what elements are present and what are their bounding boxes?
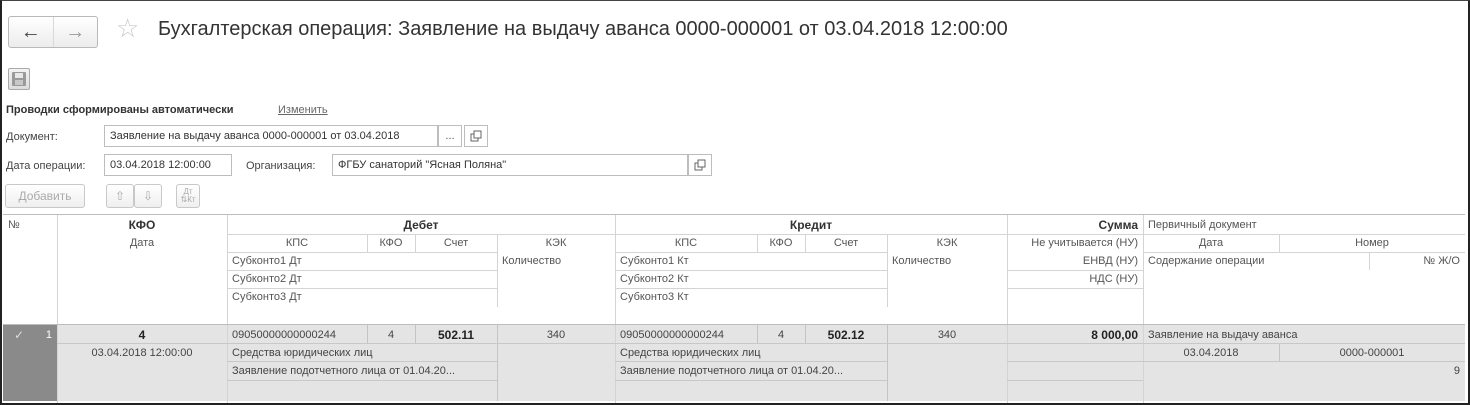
row-date[interactable]: 03.04.2018 12:00:00 bbox=[57, 344, 227, 362]
page-title: Бухгалтерская операция: Заявление на выд… bbox=[158, 18, 1008, 40]
document-field[interactable]: Заявление на выдачу аванса 0000-000001 о… bbox=[104, 125, 438, 147]
col-header-not-counted[interactable]: Не учитывается (НУ) bbox=[1007, 234, 1143, 252]
col-header-dt-quantity[interactable]: Количество bbox=[497, 252, 615, 270]
forward-arrow-icon: → bbox=[65, 20, 86, 43]
document-label: Документ: bbox=[6, 131, 58, 143]
col-header-kfo[interactable]: КФО bbox=[57, 216, 227, 234]
row-dt-kek[interactable]: 340 bbox=[497, 326, 615, 344]
col-header-primary-doc[interactable]: Первичный документ bbox=[1143, 216, 1465, 234]
col-header-dt-kps[interactable]: КПС bbox=[227, 234, 367, 252]
favorite-star-icon[interactable]: ☆ bbox=[116, 15, 139, 41]
col-header-num[interactable]: № bbox=[3, 216, 57, 234]
row-dt-account[interactable]: 502.11 bbox=[415, 326, 497, 344]
col-header-subkonto3-dt[interactable]: Субконто3 Дт bbox=[227, 288, 497, 306]
arrow-up-icon: ⇧ bbox=[114, 189, 126, 203]
auto-entries-status: Проводки сформированы автоматически bbox=[6, 104, 234, 116]
organization-field[interactable]: ФГБУ санаторий "Ясная Поляна" bbox=[332, 154, 688, 176]
col-header-subkonto2-kt[interactable]: Субконто2 Кт bbox=[615, 270, 887, 288]
col-header-kt-kps[interactable]: КПС bbox=[615, 234, 757, 252]
date-label: Дата операции: bbox=[6, 160, 86, 172]
col-header-nds[interactable]: НДС (НУ) bbox=[1007, 270, 1143, 288]
row-pd-date[interactable]: 03.04.2018 bbox=[1143, 344, 1279, 362]
document-value: Заявление на выдачу аванса 0000-000001 о… bbox=[110, 130, 400, 142]
col-header-subkonto3-kt[interactable]: Субконто3 Кт bbox=[615, 288, 887, 306]
col-header-subkonto1-dt[interactable]: Субконто1 Дт bbox=[227, 252, 497, 270]
row-kt-account[interactable]: 502.12 bbox=[805, 326, 887, 344]
row-kt-kfo[interactable]: 4 bbox=[757, 326, 805, 344]
col-header-dt-kek[interactable]: КЭК bbox=[497, 234, 615, 252]
row-kt-kps[interactable]: 09050000000000244 bbox=[615, 326, 757, 344]
row-kt-kek[interactable]: 340 bbox=[887, 326, 1007, 344]
col-header-envd[interactable]: ЕНВД (НУ) bbox=[1007, 252, 1143, 270]
col-header-debit[interactable]: Дебет bbox=[227, 216, 615, 234]
arrow-down-icon: ⇩ bbox=[142, 189, 154, 203]
document-select-button[interactable]: ... bbox=[438, 125, 462, 147]
open-window-icon bbox=[694, 159, 706, 171]
row-dt-subkonto2[interactable]: Заявление подотчетного лица от 01.04.20.… bbox=[227, 362, 497, 380]
add-button-label: Добавить bbox=[18, 189, 72, 203]
forward-button[interactable]: → bbox=[52, 17, 98, 47]
document-open-button[interactable] bbox=[464, 125, 488, 147]
col-header-operation-content[interactable]: Содержание операции bbox=[1143, 252, 1369, 270]
date-value: 03.04.2018 12:00:00 bbox=[110, 159, 211, 171]
move-up-button[interactable]: ⇧ bbox=[106, 184, 134, 208]
col-header-credit[interactable]: Кредит bbox=[615, 216, 1007, 234]
row-kfo[interactable]: 4 bbox=[57, 326, 227, 344]
row-pd-number[interactable]: 0000-000001 bbox=[1279, 344, 1465, 362]
swap-dt-kt-icon: Дт ⇅Кт bbox=[180, 187, 196, 204]
add-button[interactable]: Добавить bbox=[5, 184, 85, 208]
col-header-kt-account[interactable]: Счет bbox=[805, 234, 887, 252]
swap-dt-kt-button[interactable]: Дт ⇅Кт bbox=[176, 184, 200, 208]
save-button[interactable] bbox=[8, 68, 30, 90]
row-dt-kps[interactable]: 09050000000000244 bbox=[227, 326, 367, 344]
row-kt-subkonto2[interactable]: Заявление подотчетного лица от 01.04.20.… bbox=[615, 362, 887, 380]
change-link[interactable]: Изменить bbox=[278, 104, 328, 116]
move-down-button[interactable]: ⇩ bbox=[134, 184, 162, 208]
open-window-icon bbox=[470, 130, 482, 142]
row-sum[interactable]: 8 000,00 bbox=[1007, 326, 1143, 344]
organization-label: Организация: bbox=[246, 160, 316, 172]
row-journal-no[interactable]: 9 bbox=[1369, 362, 1465, 380]
col-header-journal-no[interactable]: № Ж/О bbox=[1369, 252, 1465, 270]
col-header-date[interactable]: Дата bbox=[57, 234, 227, 252]
row-kt-subkonto1[interactable]: Средства юридических лиц bbox=[615, 344, 887, 362]
col-header-dt-kfo[interactable]: КФО bbox=[367, 234, 415, 252]
col-header-sum[interactable]: Сумма bbox=[1007, 216, 1143, 234]
col-header-pd-number[interactable]: Номер bbox=[1279, 234, 1465, 252]
floppy-disk-icon bbox=[12, 72, 26, 86]
col-header-subkonto2-dt[interactable]: Субконто2 Дт bbox=[227, 270, 497, 288]
col-header-pd-date[interactable]: Дата bbox=[1143, 234, 1279, 252]
col-header-dt-account[interactable]: Счет bbox=[415, 234, 497, 252]
row-dt-subkonto1[interactable]: Средства юридических лиц bbox=[227, 344, 497, 362]
ellipsis-icon: ... bbox=[445, 130, 455, 142]
organization-value: ФГБУ санаторий "Ясная Поляна" bbox=[338, 159, 507, 171]
back-arrow-icon: ← bbox=[20, 20, 41, 43]
nav-group: ← → bbox=[8, 16, 98, 48]
back-button[interactable]: ← bbox=[9, 17, 53, 47]
date-field[interactable]: 03.04.2018 12:00:00 bbox=[104, 154, 232, 176]
entries-table: № КФО Дебет Кредит Сумма Первичный докум… bbox=[3, 214, 1465, 403]
row-dt-kfo[interactable]: 4 bbox=[367, 326, 415, 344]
col-header-kt-kek[interactable]: КЭК bbox=[887, 234, 1007, 252]
row-primary-doc[interactable]: Заявление на выдачу аванса bbox=[1143, 326, 1465, 344]
organization-open-button[interactable] bbox=[688, 154, 712, 176]
col-header-kt-kfo[interactable]: КФО bbox=[757, 234, 805, 252]
col-header-kt-quantity[interactable]: Количество bbox=[887, 252, 1007, 270]
col-header-subkonto1-kt[interactable]: Субконто1 Кт bbox=[615, 252, 887, 270]
row-number: 1 bbox=[45, 329, 52, 341]
